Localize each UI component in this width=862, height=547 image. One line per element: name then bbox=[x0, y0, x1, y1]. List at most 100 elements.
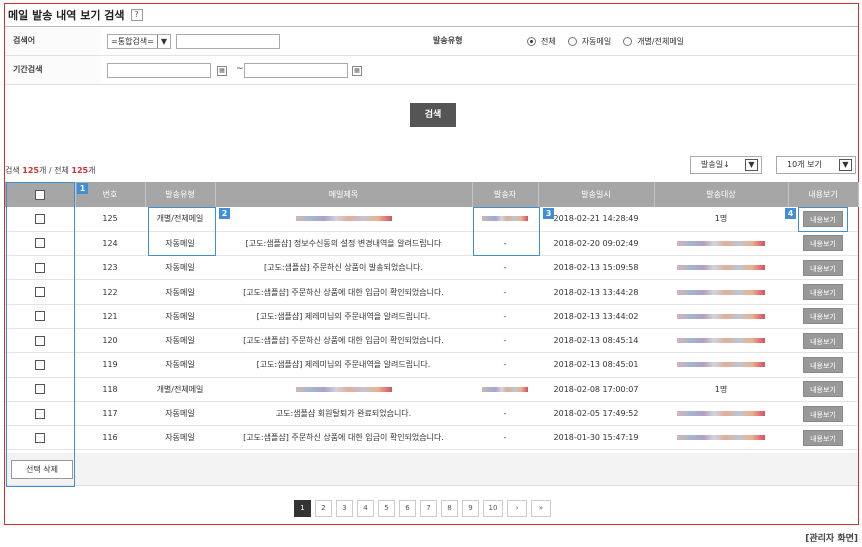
table-row[interactable]: 125 개별/전체메일 2018-02-21 14:28:49 1명 내용보기 bbox=[5, 207, 858, 232]
redacted-target bbox=[677, 240, 765, 246]
radio-all-label: 전체 bbox=[541, 36, 556, 46]
count-unit: 개 bbox=[88, 166, 96, 175]
page-link[interactable]: 7 bbox=[420, 500, 437, 517]
annotation-box-2 bbox=[148, 207, 216, 256]
end-date-input[interactable] bbox=[244, 63, 348, 78]
radio-individual[interactable]: 개별/전체메일 bbox=[623, 36, 684, 47]
row-subject: [고도:샘플샵] 정보수신동의 설정 변경내역을 알려드립니다 bbox=[215, 231, 472, 257]
start-date-input[interactable] bbox=[107, 63, 211, 78]
keyword-type-value: =통합검색= bbox=[111, 37, 154, 46]
search-form: 검색어 =통합검색= ▼ 발송유형 전체 자동메일 개별/전체메일 기간검색 ▦… bbox=[5, 26, 858, 151]
table-row[interactable]: 120 자동메일 [고도:샘플샵] 주문하신 상품에 대한 입금이 확인되었습니다.… bbox=[5, 328, 858, 354]
count-unit: 개 bbox=[38, 166, 47, 175]
annotation-badge-3: 3 bbox=[543, 208, 554, 219]
sort-select[interactable]: 발송일↓ ▼ bbox=[690, 156, 762, 174]
row-target bbox=[654, 401, 788, 427]
view-content-button[interactable]: 내용보기 bbox=[803, 284, 843, 301]
next-page-button[interactable]: › bbox=[507, 500, 527, 517]
row-type: 자동메일 bbox=[145, 352, 215, 378]
redacted-target bbox=[677, 435, 765, 441]
help-icon[interactable]: ? bbox=[130, 9, 143, 21]
row-sender bbox=[472, 377, 538, 402]
annotation-badge-2: 2 bbox=[219, 208, 230, 219]
row-date: 2018-02-13 15:09:58 bbox=[538, 255, 654, 281]
keyword-label: 검색어 bbox=[5, 27, 101, 55]
search-row-period: 기간검색 ▦ ~ ▦ bbox=[5, 56, 858, 85]
row-subject: [고도:샘플샵] 제레미님의 주문내역을 알려드립니다. bbox=[215, 352, 472, 378]
row-date: 2018-02-08 17:00:07 bbox=[538, 377, 654, 402]
table-row[interactable]: 123 자동메일 [고도:샘플샵] 주문하신 상품이 발송되었습니다. -2018-0… bbox=[5, 255, 858, 281]
redacted-target bbox=[677, 313, 765, 319]
page-link[interactable]: 4 bbox=[357, 500, 374, 517]
view-content-button[interactable]: 내용보기 bbox=[803, 308, 843, 325]
row-subject: 고도:샘플샵 회원탈퇴가 완료되었습니다. bbox=[215, 401, 472, 427]
title-bar: 메일 발송 내역 보기 검색 ? bbox=[8, 6, 143, 24]
view-content-button[interactable]: 내용보기 bbox=[803, 235, 843, 252]
row-type: 자동메일 bbox=[145, 304, 215, 329]
table-row[interactable]: 122 자동메일 [고도:샘플샵] 주문하신 상품에 대한 입금이 확인되었습니다.… bbox=[5, 279, 858, 305]
table-row[interactable]: 124 자동메일 [고도:샘플샵] 정보수신동의 설정 변경내역을 알려드립니다 -2… bbox=[5, 231, 858, 257]
count-prefix: 검색 bbox=[5, 166, 20, 175]
row-no: 116 bbox=[75, 425, 145, 451]
radio-unchecked-icon bbox=[623, 36, 633, 46]
page-link[interactable]: 8 bbox=[441, 500, 458, 517]
radio-all[interactable]: 전체 bbox=[527, 36, 556, 47]
calendar-icon[interactable]: ▦ bbox=[217, 66, 227, 76]
table-row[interactable]: 116 자동메일 [고도:샘플샵] 주문하신 상품에 대한 입금이 확인되었습니다.… bbox=[5, 425, 858, 451]
row-target: 1명 bbox=[654, 377, 788, 402]
page-link[interactable]: 6 bbox=[399, 500, 416, 517]
search-button[interactable]: 검색 bbox=[410, 103, 456, 127]
row-sender: - bbox=[472, 401, 538, 427]
row-target bbox=[654, 304, 788, 329]
sort-value: 발송일↓ bbox=[701, 160, 730, 169]
calendar-icon[interactable]: ▦ bbox=[352, 66, 362, 76]
page-link[interactable]: 10 bbox=[483, 500, 503, 517]
page-size-value: 10개 보기 bbox=[787, 160, 822, 169]
redacted-target bbox=[677, 265, 765, 271]
row-target bbox=[654, 328, 788, 354]
row-sender: - bbox=[472, 304, 538, 329]
view-content-button[interactable]: 내용보기 bbox=[803, 405, 843, 422]
page-link[interactable]: 9 bbox=[462, 500, 479, 517]
view-content-button[interactable]: 내용보기 bbox=[803, 429, 843, 446]
row-no: 121 bbox=[75, 304, 145, 329]
view-content-button[interactable]: 내용보기 bbox=[803, 356, 843, 373]
radio-unchecked-icon bbox=[567, 36, 577, 46]
row-view-cell: 내용보기 bbox=[788, 279, 858, 305]
table-row[interactable]: 119 자동메일 [고도:샘플샵] 제레미님의 주문내역을 알려드립니다. -2018… bbox=[5, 352, 858, 378]
radio-auto[interactable]: 자동메일 bbox=[567, 36, 611, 47]
redacted-target bbox=[677, 289, 765, 295]
table-header: 번호 발송유형 메일제목 발송자 발송일시 발송대상 내용보기 bbox=[5, 182, 859, 207]
redacted-sender bbox=[482, 386, 528, 392]
header-sender: 발송자 bbox=[472, 182, 539, 207]
page-size-select[interactable]: 10개 보기 ▼ bbox=[776, 156, 856, 174]
radio-individual-label: 개별/전체메일 bbox=[637, 36, 685, 46]
annotation-badge-4: 4 bbox=[785, 208, 796, 219]
row-subject: [고도:샘플샵] 주문하신 상품이 발송되었습니다. bbox=[215, 255, 472, 281]
page-title: 메일 발송 내역 보기 검색 bbox=[8, 9, 125, 22]
page-link[interactable]: 1 bbox=[294, 500, 311, 517]
row-type: 자동메일 bbox=[145, 328, 215, 354]
view-content-button[interactable]: 내용보기 bbox=[803, 259, 843, 276]
last-page-button[interactable]: » bbox=[531, 500, 551, 517]
page-link[interactable]: 2 bbox=[315, 500, 332, 517]
redacted-subject bbox=[295, 386, 392, 392]
redacted-target bbox=[677, 338, 765, 344]
annotation-box-3 bbox=[473, 207, 540, 256]
annotation-badge-1: 1 bbox=[77, 183, 88, 194]
keyword-input[interactable] bbox=[176, 34, 280, 49]
send-type-radio-group: 전체 자동메일 개별/전체메일 bbox=[527, 27, 684, 55]
row-date: 2018-02-21 14:28:49 bbox=[538, 207, 654, 232]
table-row[interactable]: 117 자동메일 고도:샘플샵 회원탈퇴가 완료되었습니다. -2018-02-05 … bbox=[5, 401, 858, 427]
page-link[interactable]: 5 bbox=[378, 500, 395, 517]
row-type: 자동메일 bbox=[145, 279, 215, 305]
table-row[interactable]: 118 개별/전체메일 2018-02-08 17:00:07 1명 내용보기 bbox=[5, 377, 858, 402]
keyword-type-select[interactable]: =통합검색= ▼ bbox=[107, 34, 171, 49]
row-target bbox=[654, 352, 788, 378]
view-content-button[interactable]: 내용보기 bbox=[803, 332, 843, 349]
radio-checked-icon bbox=[527, 36, 536, 46]
page-link[interactable]: 3 bbox=[336, 500, 353, 517]
send-type-label: 발송유형 bbox=[433, 36, 463, 45]
table-row[interactable]: 121 자동메일 [고도:샘플샵] 제레미님의 주문내역을 알려드립니다. -2018… bbox=[5, 304, 858, 329]
view-content-button[interactable]: 내용보기 bbox=[803, 381, 843, 398]
